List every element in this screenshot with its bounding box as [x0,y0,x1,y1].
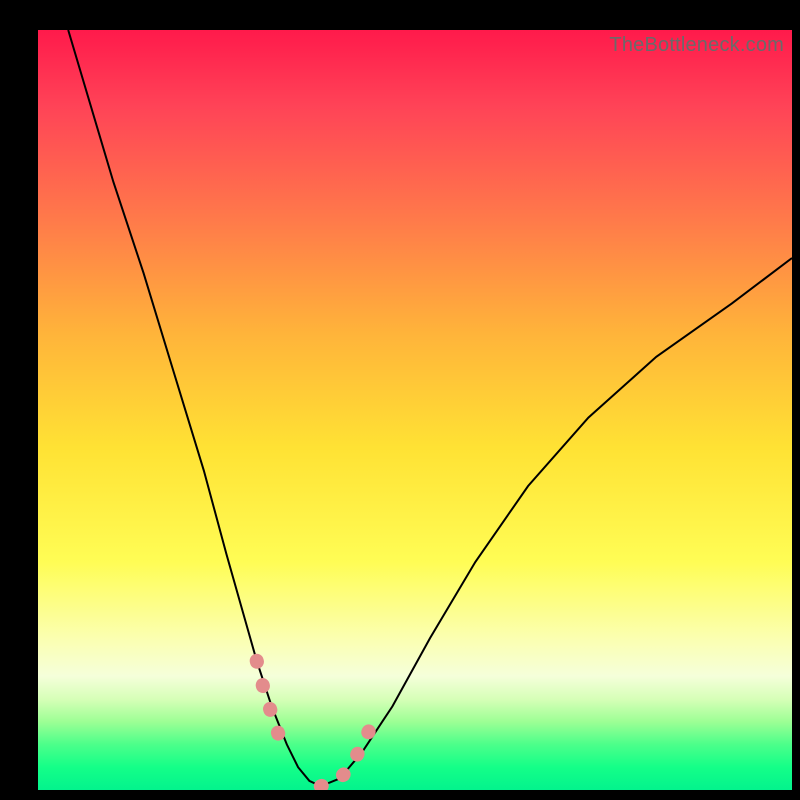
highlight-dash-right [321,714,378,786]
plot-area: TheBottleneck.com [38,30,792,790]
bottleneck-curve [68,30,792,786]
curve-layer [38,30,792,790]
chart-frame: TheBottleneck.com [0,0,800,800]
